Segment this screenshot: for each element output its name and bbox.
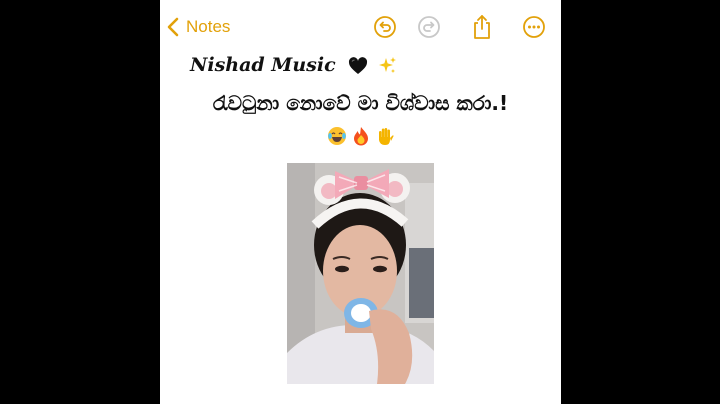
note-page: Notes Nishad Music රැවටුනා නොවේ මා විශ්ව… (160, 0, 561, 404)
note-photo[interactable] (287, 163, 434, 384)
toolbar: Notes (160, 0, 561, 54)
note-title-line: Nishad Music (190, 54, 397, 76)
redo-icon[interactable] (416, 14, 442, 40)
girl-with-bow-headband-photo (287, 163, 434, 384)
laughing-tears-emoji (327, 127, 346, 145)
share-icon[interactable] (469, 14, 495, 40)
back-button[interactable]: Notes (166, 13, 230, 41)
emoji-line (160, 126, 561, 146)
note-title: Nishad Music (190, 54, 336, 76)
black-heart-emoji (349, 57, 368, 74)
back-label: Notes (186, 17, 231, 36)
fire-emoji (353, 127, 368, 146)
raised-hand-emoji (378, 128, 394, 145)
more-icon[interactable] (521, 14, 547, 40)
sparkles-emoji (378, 57, 396, 73)
chevron-left-icon (167, 17, 179, 37)
note-text-line: රැවටුනා නොවේ මා විශ්වාස කරා.! (212, 91, 509, 115)
undo-icon[interactable] (372, 14, 398, 40)
